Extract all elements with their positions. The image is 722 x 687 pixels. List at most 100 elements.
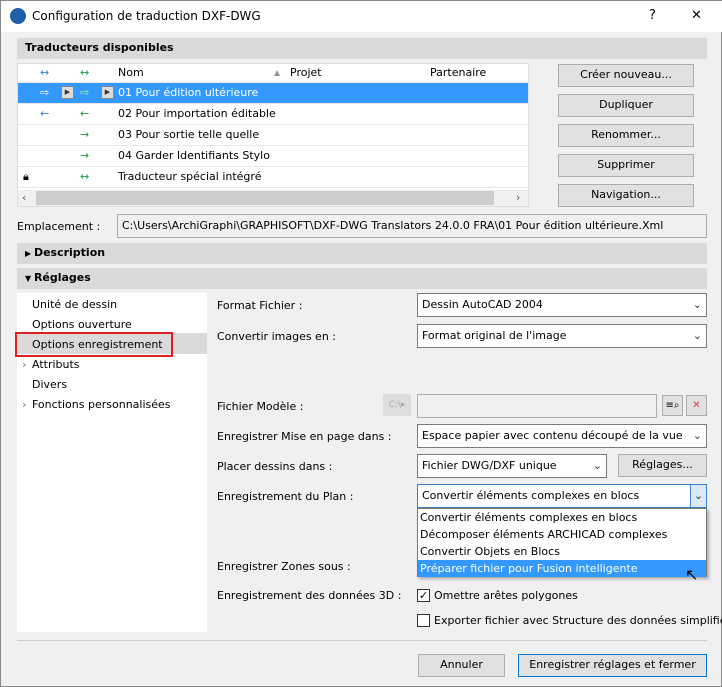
arrow-icon: ← (40, 107, 50, 120)
section-label: Réglages (33, 271, 91, 284)
expand-icon[interactable]: › (22, 398, 26, 411)
arrow-icon: ↔ (80, 170, 90, 183)
format-label: Format Fichier : (217, 299, 303, 312)
chevron-down-icon: ⌄ (592, 459, 602, 472)
arrow-icon: → (80, 128, 90, 141)
template-label: Fichier Modèle : (217, 400, 304, 413)
dropdown-option-hovered[interactable]: Préparer fichier pour Fusion intelligent… (418, 560, 706, 577)
collapse-down-icon: ▼ (25, 274, 34, 283)
play-icon[interactable]: ▶ (101, 86, 114, 99)
settings-section[interactable]: ▼ Réglages (17, 268, 707, 289)
nav-item-save-options[interactable]: Options enregistrement (32, 338, 163, 351)
nav-item-misc[interactable]: Divers (32, 378, 67, 391)
place-settings-button[interactable]: Réglages... (618, 454, 707, 477)
title-bar: Configuration de traduction DXF-DWG ? ✕ (1, 1, 722, 32)
place-dropdown[interactable]: Fichier DWG/DXF unique ⌄ (417, 454, 607, 478)
chevron-down-icon: ⌄ (692, 298, 702, 311)
sort-up-icon: ▲ (274, 68, 281, 77)
omit-edges-checkbox[interactable]: ✓ (417, 589, 430, 602)
dropdown-value: Format original de l'image (422, 329, 567, 342)
nav-item-open-options[interactable]: Options ouverture (32, 318, 132, 331)
create-new-button[interactable]: Créer nouveau... (558, 64, 694, 87)
format-dropdown[interactable]: Dessin AutoCAD 2004 ⌄ (417, 293, 707, 317)
plan-dropdown-list: Convertir éléments complexes en blocs Dé… (417, 508, 707, 577)
dropdown-option[interactable]: Convertir éléments complexes en blocs (418, 509, 706, 526)
description-section[interactable]: ▶ Description (17, 243, 707, 264)
lock-icon: 🔒︎ (23, 170, 29, 183)
translators-header: Traducteurs disponibles (17, 38, 707, 59)
plan-label: Enregistrement du Plan : (217, 490, 354, 503)
scrollbar-thumb[interactable] (36, 191, 494, 205)
list-item[interactable]: 🔒︎ ↔ Traducteur spécial intégré (18, 167, 528, 188)
rename-button[interactable]: Renommer... (558, 124, 694, 147)
window-title: Configuration de traduction DXF-DWG (32, 9, 261, 23)
translator-name: 03 Pour sortie telle quelle (118, 128, 260, 141)
column-dxf-icon[interactable]: ↔ (80, 64, 89, 82)
expand-right-icon: ▶ (25, 249, 34, 258)
duplicate-button[interactable]: Dupliquer (558, 94, 694, 117)
divider (17, 640, 707, 641)
section-label: Description (33, 246, 106, 259)
nav-item-drawing-unit[interactable]: Unité de dessin (32, 298, 117, 311)
zones-label: Enregistrer Zones sous : (217, 560, 351, 573)
list-item[interactable]: ⇨ ▶ ⇨ ▶ 01 Pour édition ultérieure (18, 83, 528, 104)
dropdown-value: Convertir éléments complexes en blocs (422, 489, 640, 502)
translator-name: 04 Garder Identifiants Stylo (118, 149, 270, 162)
list-item[interactable]: → 03 Pour sortie telle quelle (18, 125, 528, 146)
images-label: Convertir images en : (217, 330, 337, 343)
column-dwg-icon[interactable]: ↔ (40, 64, 49, 82)
place-label: Placer dessins dans : (217, 460, 333, 473)
dropdown-option[interactable]: Convertir Objets en Blocs (418, 543, 706, 560)
translator-name: 01 Pour édition ultérieure (118, 86, 259, 99)
nav-item-attributes[interactable]: Attributs (32, 358, 80, 371)
scroll-left-icon[interactable]: ‹ (22, 191, 26, 204)
save-close-button[interactable]: Enregistrer réglages et fermer (518, 654, 707, 677)
delete-button[interactable]: Supprimer (558, 154, 694, 177)
omit-edges-label[interactable]: Omettre arêtes polygones (434, 589, 578, 602)
data3d-label: Enregistrement des données 3D : (217, 589, 402, 602)
mouse-cursor-icon: ↖ (685, 565, 699, 584)
app-icon (10, 8, 26, 24)
folder-icon: C:\▸ (383, 394, 411, 416)
arrow-icon: ← (80, 107, 90, 120)
column-partner[interactable]: Partenaire (430, 64, 486, 82)
plan-dropdown[interactable]: Convertir éléments complexes en blocs ⌄ (417, 484, 707, 508)
images-dropdown[interactable]: Format original de l'image ⌄ (417, 324, 707, 348)
list-item[interactable]: → 04 Garder Identifiants Stylo (18, 146, 528, 167)
dropdown-value: Fichier DWG/DXF unique (422, 459, 557, 472)
translator-list[interactable]: ↔ ↔ Nom ▲ Projet Partenaire ⇨ ▶ ⇨ ▶ 01 P… (17, 63, 529, 207)
clear-icon[interactable]: ✕ (686, 395, 707, 416)
layout-label: Enregistrer Mise en page dans : (217, 430, 392, 443)
arrow-icon: ⇨ (40, 86, 50, 99)
dropdown-option[interactable]: Décomposer éléments ARCHICAD complexes (418, 526, 706, 543)
dropdown-value: Espace papier avec contenu découpé de la… (422, 429, 683, 442)
arrow-icon: → (80, 149, 90, 162)
navigation-button[interactable]: Navigation... (558, 184, 694, 207)
help-button[interactable]: ? (649, 8, 656, 23)
layout-dropdown[interactable]: Espace papier avec contenu découpé de la… (417, 424, 707, 448)
arrow-icon: ⇨ (80, 86, 90, 99)
list-item[interactable]: ← ← 02 Pour importation éditable (18, 104, 528, 125)
column-project[interactable]: Projet (290, 64, 322, 82)
simplified-label[interactable]: Exporter fichier avec Structure des donn… (434, 614, 722, 627)
chevron-down-icon: ⌄ (692, 429, 702, 442)
nav-item-custom-functions[interactable]: Fonctions personnalisées (32, 398, 171, 411)
location-label: Emplacement : (17, 220, 101, 233)
play-icon[interactable]: ▶ (61, 86, 74, 99)
simplified-checkbox[interactable] (417, 614, 430, 627)
column-name[interactable]: Nom (118, 64, 144, 82)
translator-name: Traducteur spécial intégré (118, 170, 262, 183)
expand-icon[interactable]: › (22, 358, 26, 371)
cancel-button[interactable]: Annuler (418, 654, 505, 677)
close-button[interactable]: ✕ (691, 8, 702, 23)
browse-icon[interactable]: ≡⌕ (662, 395, 683, 416)
dropdown-value: Dessin AutoCAD 2004 (422, 298, 543, 311)
location-field: C:\Users\ArchiGraphi\GRAPHISOFT\DXF-DWG … (117, 214, 707, 238)
settings-nav: Unité de dessin Options ouverture Option… (15, 293, 207, 632)
translator-name: 02 Pour importation éditable (118, 107, 276, 120)
template-field (417, 394, 657, 418)
chevron-down-icon[interactable]: ⌄ (690, 485, 706, 507)
scroll-right-icon[interactable]: › (516, 191, 520, 204)
list-header: ↔ ↔ Nom ▲ Projet Partenaire (18, 64, 528, 83)
horizontal-scrollbar[interactable]: ‹ › (18, 190, 528, 206)
